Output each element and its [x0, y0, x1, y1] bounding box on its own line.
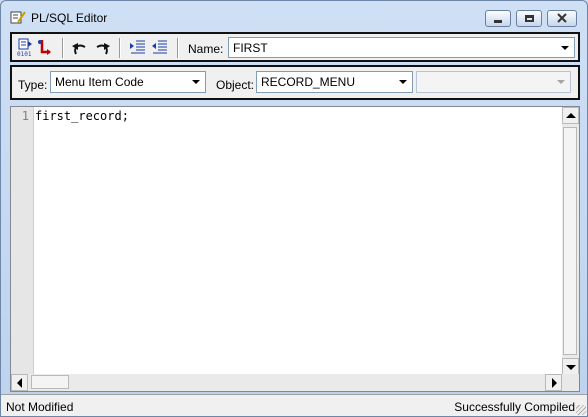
scroll-down-button[interactable] — [562, 358, 579, 375]
close-button[interactable] — [547, 10, 577, 27]
name-select[interactable]: FIRST — [228, 37, 575, 58]
object-value: RECORD_MENU — [261, 75, 356, 89]
indent-button[interactable] — [128, 38, 148, 58]
plsql-editor-window: PL/SQL Editor 0101 Name: FIRST Type: Men… — [0, 0, 588, 417]
go-to-error-button[interactable] — [36, 38, 56, 58]
modified-status: Not Modified — [6, 400, 74, 414]
status-bar: Not Modified Successfully Compiled — [1, 394, 587, 416]
horizontal-scrollbar[interactable] — [11, 374, 562, 391]
chevron-down-icon — [553, 73, 569, 90]
toolbar-separator — [177, 38, 178, 58]
chevron-down-icon[interactable] — [188, 73, 204, 90]
close-icon — [557, 13, 567, 23]
type-select[interactable]: Menu Item Code — [50, 71, 206, 93]
maximize-icon — [525, 15, 534, 22]
name-value: FIRST — [233, 41, 268, 55]
arrow-up-icon — [566, 113, 576, 118]
selector-bar: Type: Menu Item Code Object: RECORD_MENU — [10, 65, 580, 100]
chevron-down-icon[interactable] — [395, 73, 411, 90]
editor-toolbar: 0101 Name: FIRST — [10, 32, 580, 62]
vertical-scrollbar[interactable] — [562, 107, 579, 375]
maximize-button[interactable] — [516, 10, 542, 27]
type-value: Menu Item Code — [55, 75, 144, 89]
toolbar-separator — [119, 38, 120, 58]
undo-icon — [72, 43, 86, 55]
scroll-up-button[interactable] — [562, 107, 579, 124]
horizontal-scroll-thumb[interactable] — [31, 375, 69, 389]
scroll-left-button[interactable] — [11, 374, 28, 391]
type-label: Type: — [18, 78, 48, 92]
object-label: Object: — [216, 78, 255, 92]
window-title: PL/SQL Editor — [31, 11, 108, 25]
outdent-button[interactable] — [150, 38, 170, 58]
arrow-down-icon — [566, 365, 576, 370]
undo-button[interactable] — [70, 38, 90, 58]
arrow-right-icon — [552, 378, 557, 388]
minimize-button[interactable] — [485, 10, 511, 27]
line-number: 1 — [21, 109, 29, 123]
redo-button[interactable] — [92, 38, 112, 58]
svg-text:0101: 0101 — [17, 51, 32, 58]
object-select[interactable]: RECORD_MENU — [256, 71, 413, 93]
outdent-icon — [152, 40, 167, 54]
code-editor[interactable]: 1 first_record; — [10, 106, 580, 392]
compile-status: Successfully Compiled — [454, 400, 575, 414]
title-bar[interactable]: PL/SQL Editor — [1, 1, 587, 31]
name-label: Name: — [188, 42, 224, 56]
redo-icon — [96, 43, 110, 55]
toolbar-separator — [62, 38, 63, 58]
scroll-right-button[interactable] — [545, 374, 562, 391]
minimize-icon — [494, 20, 502, 23]
code-line[interactable]: first_record; — [35, 109, 129, 123]
program-unit-select — [416, 71, 571, 93]
compile-icon: 0101 — [17, 38, 32, 58]
chevron-down-icon[interactable] — [557, 39, 573, 56]
arrow-left-icon — [17, 378, 22, 388]
vertical-scroll-thumb[interactable] — [563, 127, 577, 355]
editor-icon — [10, 10, 26, 24]
indent-icon — [130, 40, 145, 54]
compile-button[interactable]: 0101 — [16, 38, 36, 58]
go-to-error-icon — [38, 40, 51, 55]
resize-grip-icon[interactable] — [576, 405, 586, 415]
scrollbar-corner — [562, 374, 579, 391]
line-number-gutter: 1 — [11, 107, 34, 375]
